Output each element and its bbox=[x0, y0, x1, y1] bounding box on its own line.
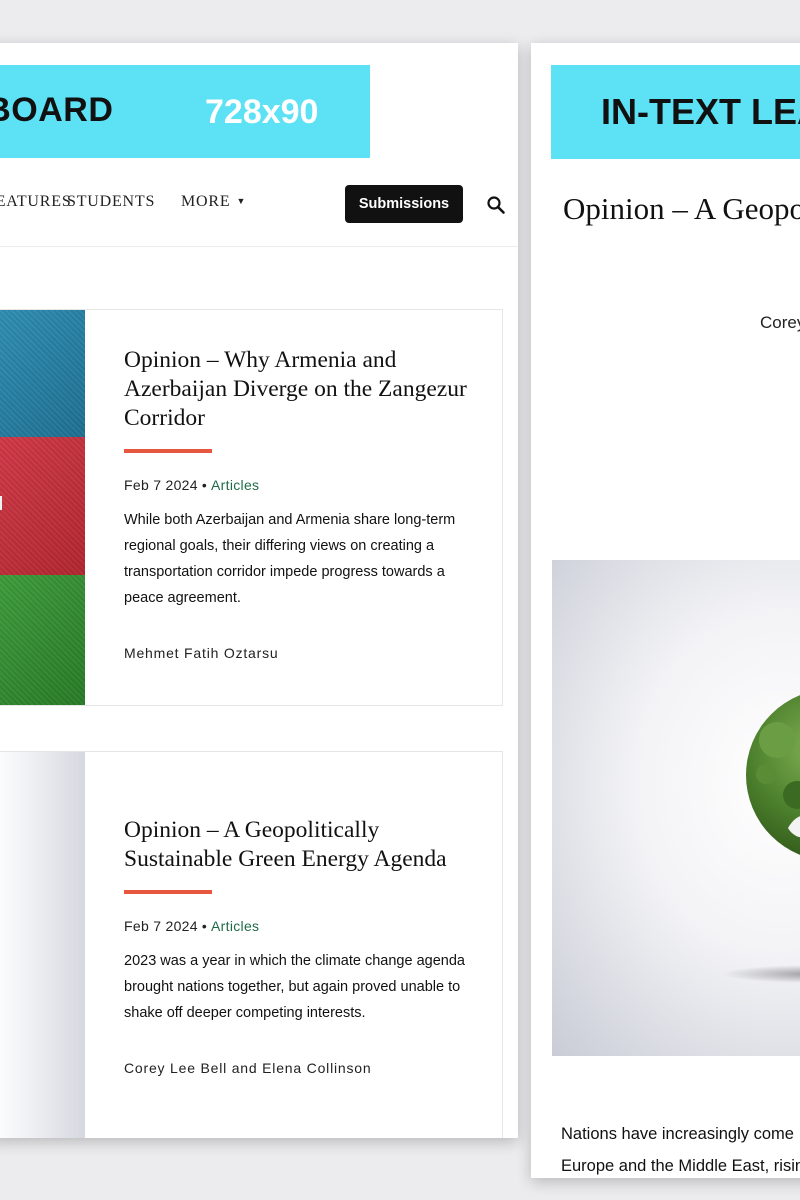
article-body-line: Nations have increasingly come bbox=[561, 1125, 794, 1143]
article-category-link[interactable]: Articles bbox=[211, 477, 259, 493]
nav-item-more-label: MORE bbox=[181, 193, 231, 210]
nav-item-features[interactable]: FEATURES bbox=[0, 193, 72, 211]
tree-globe-illustration bbox=[722, 695, 800, 983]
meta-separator: • bbox=[201, 477, 208, 493]
nav-item-students[interactable]: STUDENTS bbox=[67, 193, 155, 211]
tree-globe-image bbox=[552, 560, 800, 1056]
article-page-author[interactable]: Corey Lee Bell and Elena Collinson bbox=[760, 313, 800, 333]
flag-texture bbox=[0, 310, 85, 705]
article-card-body: Opinion – A Geopolitically Sustainable G… bbox=[124, 816, 484, 1076]
article-title[interactable]: Opinion – Why Armenia and Azerbaijan Div… bbox=[124, 346, 484, 433]
article-body-line: Europe and the Middle East, rising bbox=[561, 1157, 800, 1175]
article-category-link[interactable]: Articles bbox=[211, 918, 259, 934]
article-page-panel: IN-TEXT LEAD Opinion – A Geopolitically … bbox=[531, 43, 800, 1178]
title-accent-rule bbox=[124, 890, 212, 894]
ad-banner-label: IN-TEXT LEAD bbox=[601, 91, 800, 132]
flag-crescent-star-icon bbox=[0, 496, 2, 510]
ad-banner-size: 728x90 bbox=[205, 93, 319, 131]
tree-globe-thumbnail[interactable] bbox=[0, 752, 85, 1138]
leaderboard-ad-banner[interactable]: ERBOARD 728x90 bbox=[0, 65, 370, 158]
article-card: Opinion – A Geopolitically Sustainable G… bbox=[0, 751, 503, 1138]
article-author[interactable]: Mehmet Fatih Oztarsu bbox=[124, 645, 484, 661]
article-excerpt: 2023 was a year in which the climate cha… bbox=[124, 953, 465, 1021]
article-author[interactable]: Corey Lee Bell and Elena Collinson bbox=[124, 1060, 484, 1076]
search-icon[interactable] bbox=[486, 195, 506, 215]
article-list-panel: ERBOARD 728x90 FEATURES STUDENTS MORE ▼ S… bbox=[0, 43, 518, 1138]
article-date: Feb 7 2024 bbox=[124, 918, 198, 934]
caret-down-icon: ▼ bbox=[236, 196, 247, 206]
article-card-body: Opinion – Why Armenia and Azerbaijan Div… bbox=[124, 346, 484, 661]
article-date: Feb 7 2024 bbox=[124, 477, 198, 493]
nav-divider bbox=[0, 246, 518, 247]
azerbaijan-flag-thumbnail[interactable] bbox=[0, 310, 85, 705]
ad-banner-label: ERBOARD bbox=[0, 91, 114, 129]
in-text-ad-banner[interactable]: IN-TEXT LEAD bbox=[551, 65, 800, 159]
article-card: Opinion – Why Armenia and Azerbaijan Div… bbox=[0, 309, 503, 706]
article-title[interactable]: Opinion – A Geopolitically Sustainable G… bbox=[124, 816, 484, 874]
article-meta: Feb 7 2024 • Articles bbox=[124, 477, 484, 493]
article-body: Nations have increasingly come Europe an… bbox=[561, 1118, 800, 1178]
nav-item-more[interactable]: MORE ▼ bbox=[181, 193, 246, 211]
article-page-title: Opinion – A Geopolitically Sustainable G… bbox=[563, 191, 800, 226]
submissions-button[interactable]: Submissions bbox=[345, 185, 463, 223]
meta-separator: • bbox=[201, 918, 208, 934]
title-accent-rule bbox=[124, 449, 212, 453]
article-excerpt: While both Azerbaijan and Armenia share … bbox=[124, 512, 456, 606]
article-meta: Feb 7 2024 • Articles bbox=[124, 918, 484, 934]
